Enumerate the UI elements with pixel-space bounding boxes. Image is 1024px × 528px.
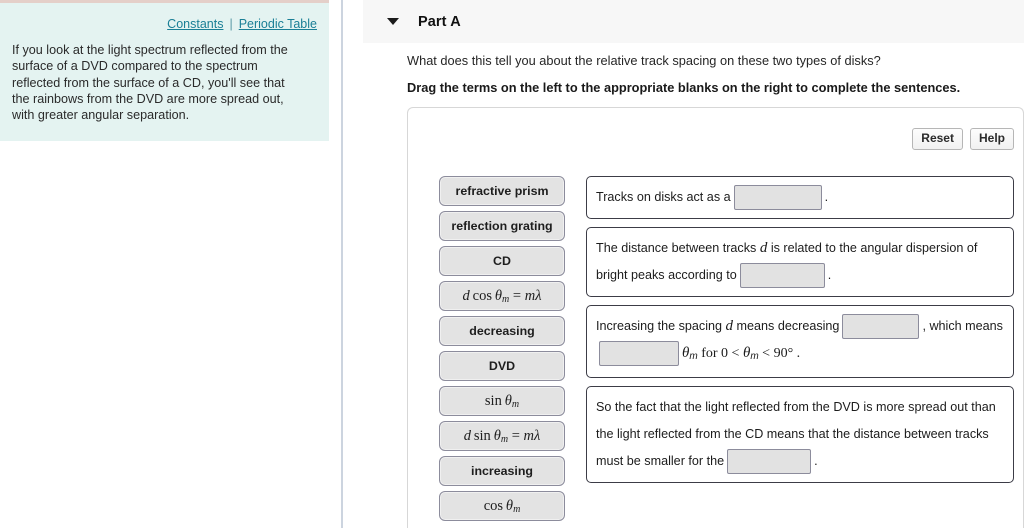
sentence-list: Tracks on disks act as a. The distance b…	[586, 176, 1014, 491]
term-tile[interactable]: d cos θm = mλ	[439, 281, 565, 311]
part-title: Part A	[418, 13, 461, 30]
term-tile[interactable]: CD	[439, 246, 565, 276]
sentence-3-text-c: , which means	[922, 319, 1003, 333]
sentence-2: The distance between tracks d is related…	[586, 227, 1014, 297]
drop-blank-5[interactable]	[727, 449, 812, 475]
sentence-3-text-b: means decreasing	[736, 319, 840, 333]
drop-blank-1[interactable]	[733, 185, 822, 211]
resource-links: Constants | Periodic Table	[12, 3, 317, 31]
term-tile[interactable]: refractive prism	[439, 176, 565, 206]
term-tile[interactable]: cos θm	[439, 491, 565, 521]
caret-down-icon[interactable]	[387, 18, 399, 25]
sentence-2-text-a: The distance between tracks	[596, 241, 757, 255]
term-tile-label: d sin θm = mλ	[463, 427, 541, 445]
hint-panel: Constants | Periodic Table If you look at …	[0, 0, 329, 141]
reset-button[interactable]: Reset	[912, 128, 963, 150]
term-tile[interactable]: DVD	[439, 351, 565, 381]
term-tile[interactable]: d sin θm = mλ	[439, 421, 565, 451]
part-header[interactable]: Part A	[363, 0, 1024, 43]
instruction-text: Drag the terms on the left to the approp…	[407, 80, 961, 95]
answer-area: Reset Help refractive prism reflection g…	[407, 107, 1024, 528]
drop-blank-2[interactable]	[739, 263, 825, 289]
sentence-4-text-b: .	[814, 454, 818, 468]
link-separator: |	[229, 17, 233, 31]
term-bank: refractive prism reflection grating CD d…	[439, 176, 565, 526]
term-tile[interactable]: increasing	[439, 456, 565, 486]
variable-d: d	[759, 240, 768, 256]
sentence-1-text-a: Tracks on disks act as a	[596, 190, 731, 204]
help-button[interactable]: Help	[969, 128, 1014, 150]
term-tile-label: cos θm	[483, 497, 521, 515]
sentence-3: Increasing the spacing d means decreasin…	[586, 305, 1014, 378]
answer-toolbar: Reset Help	[912, 128, 1014, 150]
theta-subscript: m	[689, 351, 698, 362]
term-tile[interactable]: sin θm	[439, 386, 565, 416]
variable-d: d	[725, 318, 734, 334]
main-content: Part A What does this tell you about the…	[343, 0, 1024, 528]
sentence-4: So the fact that the light reflected fro…	[586, 386, 1014, 483]
drop-blank-4[interactable]	[599, 341, 679, 367]
sentence-2-text-c: .	[827, 268, 832, 282]
term-tile-label: d cos θm = mλ	[462, 287, 542, 305]
sentence-1-text-b: .	[824, 190, 829, 204]
theta-subscript-2: m	[750, 351, 759, 362]
term-tile-label: sin θm	[484, 392, 520, 410]
page-root: Constants | Periodic Table If you look at …	[0, 0, 1024, 528]
term-tile[interactable]: reflection grating	[439, 211, 565, 241]
constants-link[interactable]: Constants	[167, 17, 223, 31]
sentence-3-text-a: Increasing the spacing	[596, 319, 723, 333]
drop-blank-3[interactable]	[842, 314, 920, 340]
sentence-3-text-e: for 0 <	[701, 346, 740, 361]
question-text: What does this tell you about the relati…	[407, 53, 881, 68]
periodic-table-link[interactable]: Periodic Table	[239, 17, 317, 31]
term-tile[interactable]: decreasing	[439, 316, 565, 346]
hint-text: If you look at the light spectrum reflec…	[12, 43, 288, 123]
sentence-1: Tracks on disks act as a.	[586, 176, 1014, 219]
sentence-3-math: θm for 0 < θm < 90° .	[682, 345, 801, 362]
sentence-3-text-f: < 90° .	[762, 346, 801, 361]
